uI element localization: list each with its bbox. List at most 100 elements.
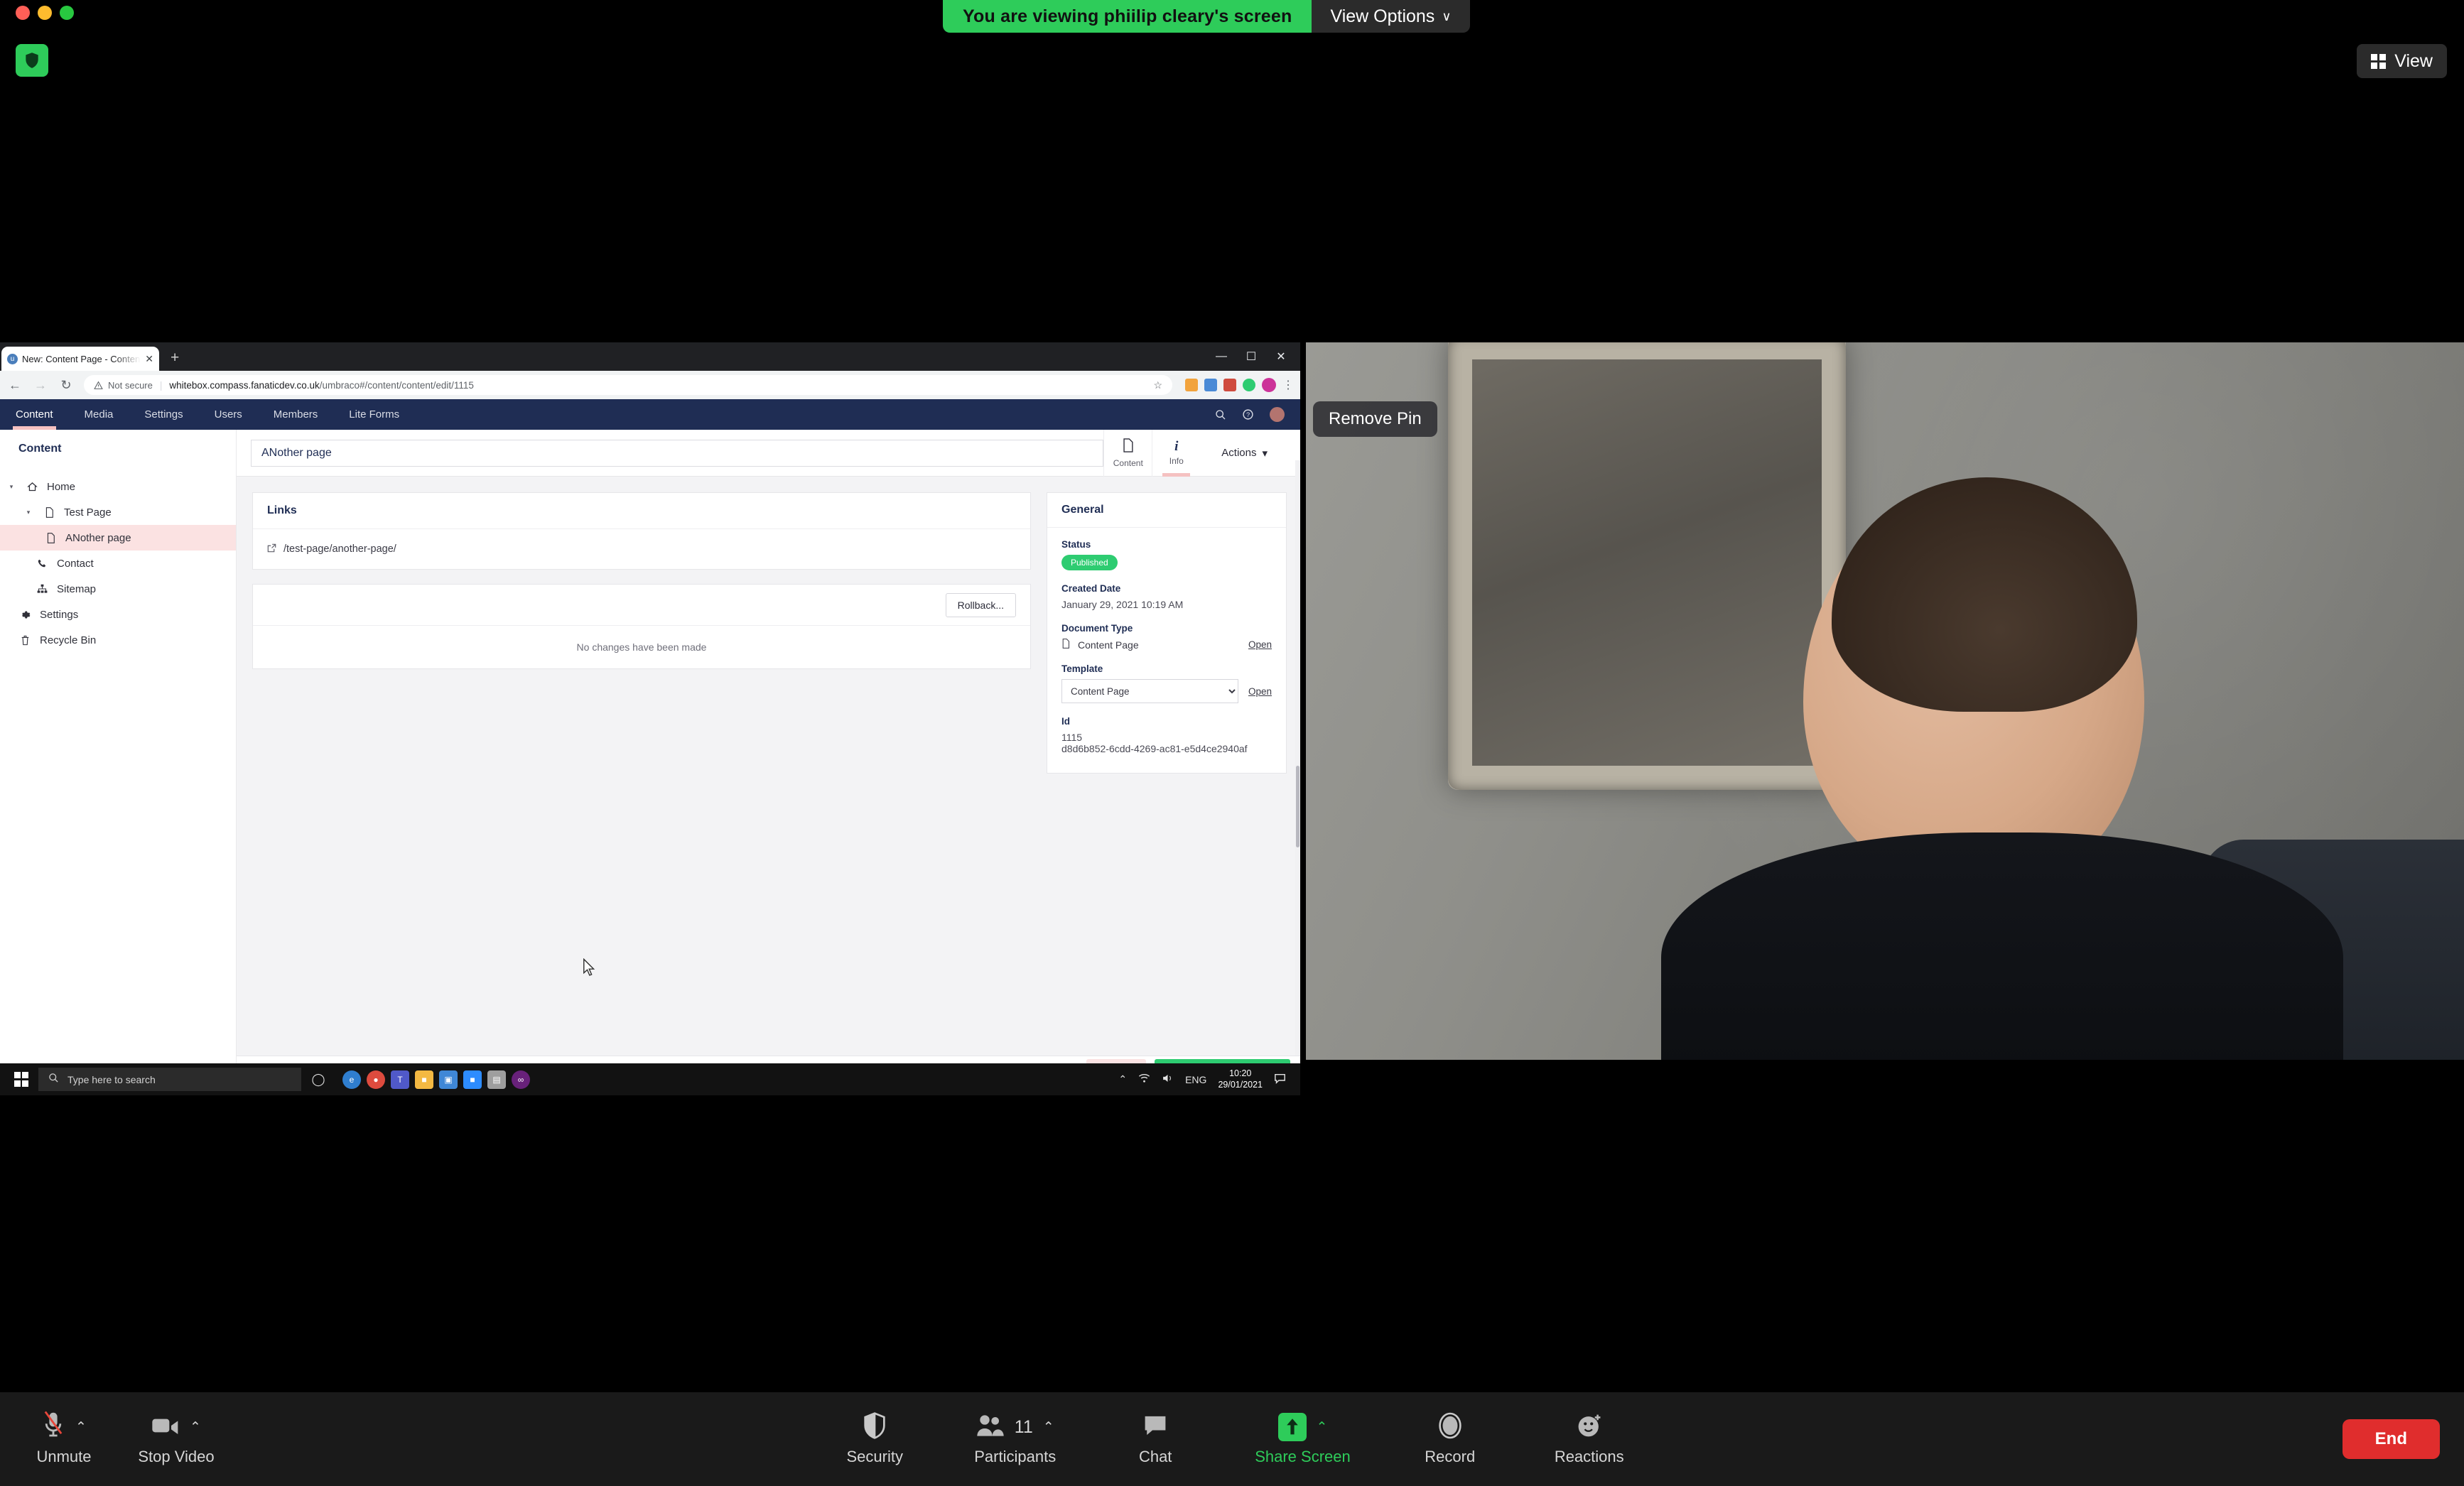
- forward-icon[interactable]: →: [33, 378, 48, 393]
- section-lite-forms[interactable]: Lite Forms: [333, 399, 415, 430]
- tree-item-recycle-bin[interactable]: Recycle Bin: [0, 627, 236, 653]
- history-panel: Rollback... No changes have been made: [252, 584, 1031, 669]
- tray-expand-icon[interactable]: ⌃: [1118, 1073, 1127, 1085]
- chevron-down-icon[interactable]: ▾: [6, 483, 17, 491]
- pinned-video-tile[interactable]: [1306, 342, 2464, 1060]
- close-window-dot[interactable]: [16, 6, 30, 20]
- guid-value: d8d6b852-6cdd-4269-ac81-e5d4ce2940af: [1061, 743, 1272, 754]
- profile-avatar[interactable]: [1262, 378, 1276, 392]
- share-screen-button[interactable]: ⌃ Share Screen: [1255, 1412, 1351, 1466]
- warning-triangle-icon: [94, 381, 103, 390]
- visualstudio-icon[interactable]: ∞: [512, 1070, 530, 1089]
- status-block: Status Published: [1061, 539, 1272, 570]
- user-avatar[interactable]: [1270, 407, 1285, 422]
- photos-icon[interactable]: ▣: [439, 1070, 458, 1089]
- section-content[interactable]: Content: [0, 399, 69, 430]
- end-meeting-button[interactable]: End: [2343, 1419, 2440, 1459]
- participants-chevron-icon[interactable]: ⌃: [1043, 1419, 1054, 1436]
- zoom-icon[interactable]: ■: [463, 1070, 482, 1089]
- extension-icon-4[interactable]: [1243, 379, 1255, 391]
- general-panel-heading: General: [1047, 493, 1286, 528]
- document-icon: [1122, 438, 1134, 455]
- extension-icon-3[interactable]: [1223, 379, 1236, 391]
- tab-content-label: Content: [1113, 458, 1143, 468]
- editor-scrollbar-track[interactable]: [1295, 460, 1300, 1086]
- section-members[interactable]: Members: [258, 399, 334, 430]
- page-title-input[interactable]: [251, 440, 1103, 467]
- section-members-label: Members: [274, 408, 318, 421]
- browser-tab[interactable]: u New: Content Page - Content - w ✕: [1, 347, 159, 371]
- security-shield-badge[interactable]: [16, 44, 48, 77]
- volume-icon[interactable]: [1162, 1073, 1174, 1085]
- windows-start-button[interactable]: [4, 1063, 38, 1095]
- cortana-icon[interactable]: ◯: [301, 1073, 335, 1087]
- record-icon: [1438, 1412, 1462, 1443]
- tree-item-another-page[interactable]: ANother page: [0, 525, 236, 551]
- teams-icon[interactable]: T: [391, 1070, 409, 1089]
- tree-item-test-page[interactable]: ▾ Test Page: [0, 499, 236, 525]
- chrome-browser-window: u New: Content Page - Content - w ✕ + — …: [0, 342, 1300, 1086]
- back-icon[interactable]: ←: [7, 378, 23, 393]
- help-icon[interactable]: ?: [1242, 408, 1254, 421]
- sql-icon[interactable]: ▤: [487, 1070, 506, 1089]
- reactions-label: Reactions: [1555, 1448, 1624, 1466]
- editor-scrollbar-thumb[interactable]: [1296, 766, 1299, 847]
- new-tab-button[interactable]: +: [171, 352, 179, 364]
- explorer-icon[interactable]: ■: [415, 1070, 433, 1089]
- tree-item-sitemap[interactable]: Sitemap: [0, 576, 236, 602]
- template-select[interactable]: Content Page: [1061, 679, 1238, 703]
- language-indicator[interactable]: ENG: [1185, 1074, 1206, 1085]
- chat-button[interactable]: Chat: [1115, 1412, 1195, 1466]
- record-button[interactable]: Record: [1410, 1412, 1490, 1466]
- tab-info[interactable]: i Info: [1152, 430, 1200, 477]
- browser-menu-icon[interactable]: ⋮: [1282, 378, 1293, 392]
- edge-icon[interactable]: e: [342, 1070, 361, 1089]
- maximize-window-dot[interactable]: [60, 6, 74, 20]
- umbraco-body: Content ▾ Home ▾: [0, 430, 1300, 1086]
- taskbar-search-box[interactable]: Type here to search: [38, 1068, 301, 1091]
- security-button[interactable]: Security: [835, 1412, 914, 1466]
- wifi-icon[interactable]: [1138, 1073, 1150, 1085]
- section-settings[interactable]: Settings: [129, 399, 198, 430]
- extension-icon-2[interactable]: [1204, 379, 1217, 391]
- notifications-icon[interactable]: [1274, 1073, 1286, 1086]
- actions-dropdown[interactable]: Actions ▾: [1200, 430, 1286, 477]
- chevron-down-icon: ▾: [1262, 447, 1268, 460]
- reload-icon[interactable]: ↻: [58, 378, 74, 393]
- tree-item-settings[interactable]: Settings: [0, 602, 236, 627]
- open-document-type-link[interactable]: Open: [1248, 639, 1272, 650]
- share-options-chevron-icon[interactable]: ⌃: [1317, 1419, 1328, 1436]
- section-users[interactable]: Users: [199, 399, 258, 430]
- participants-button[interactable]: 11 ⌃ Participants: [974, 1412, 1056, 1466]
- mirror-decor: [1448, 342, 1846, 790]
- window-traffic-lights[interactable]: [16, 6, 74, 20]
- tree-item-home[interactable]: ▾ Home: [0, 474, 236, 499]
- minimize-button[interactable]: —: [1206, 342, 1236, 371]
- browser-tab-title: New: Content Page - Content - w: [22, 354, 141, 364]
- view-layout-button[interactable]: View: [2357, 44, 2447, 78]
- bookmark-star-icon[interactable]: ☆: [1153, 379, 1162, 391]
- minimize-window-dot[interactable]: [38, 6, 52, 20]
- section-media[interactable]: Media: [69, 399, 129, 430]
- not-secure-badge[interactable]: Not secure: [94, 380, 153, 391]
- chevron-down-icon[interactable]: ▾: [23, 509, 34, 516]
- close-button[interactable]: ✕: [1266, 342, 1296, 371]
- tree-item-contact[interactable]: Contact: [0, 551, 236, 576]
- status-badge: Published: [1061, 555, 1118, 570]
- taskbar-clock[interactable]: 10:20 29/01/2021: [1218, 1068, 1263, 1090]
- tab-content[interactable]: Content: [1103, 430, 1152, 477]
- remove-pin-button[interactable]: Remove Pin: [1313, 401, 1437, 437]
- close-tab-icon[interactable]: ✕: [145, 353, 153, 365]
- view-options-button[interactable]: View Options ∨: [1312, 0, 1469, 33]
- editor-content: Links /test-page/another-page/: [237, 477, 1300, 774]
- search-icon[interactable]: [1215, 409, 1226, 421]
- record-label: Record: [1425, 1448, 1475, 1466]
- address-bar[interactable]: Not secure | whitebox.compass.fanaticdev…: [84, 375, 1172, 395]
- maximize-button[interactable]: ☐: [1236, 342, 1266, 371]
- page-url-link[interactable]: /test-page/another-page/: [267, 543, 1016, 555]
- rollback-button[interactable]: Rollback...: [946, 593, 1016, 617]
- open-template-link[interactable]: Open: [1248, 686, 1272, 697]
- extension-icon-1[interactable]: [1185, 379, 1198, 391]
- chrome-icon[interactable]: ●: [367, 1070, 385, 1089]
- reactions-button[interactable]: Reactions: [1550, 1412, 1629, 1466]
